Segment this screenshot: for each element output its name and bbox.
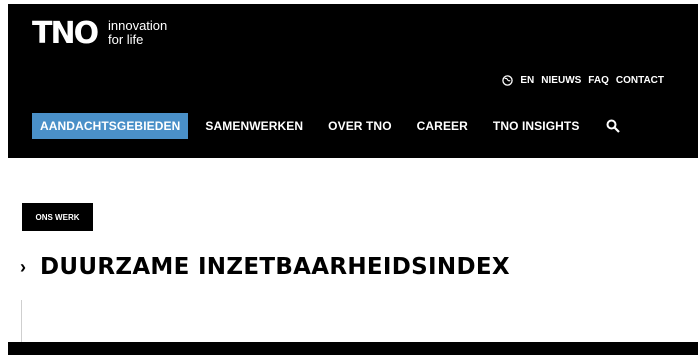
- nav-item-samenwerken[interactable]: SAMENWERKEN: [197, 113, 311, 139]
- utility-nav: EN NIEUWS FAQ CONTACT: [502, 75, 664, 86]
- chevron-right-icon: ›: [20, 256, 26, 277]
- section-tag[interactable]: ONS WERK: [22, 203, 93, 231]
- contact-link[interactable]: CONTACT: [616, 75, 664, 86]
- tagline-line1: innovation: [108, 18, 168, 33]
- search-icon[interactable]: [606, 119, 621, 133]
- site-header: TNO innovation for life EN NIEUWS FAQ CO…: [8, 4, 698, 158]
- faq-link[interactable]: FAQ: [588, 75, 609, 86]
- nav-item-tno-insights[interactable]: TNO INSIGHTS: [485, 113, 588, 139]
- nav-item-career[interactable]: CAREER: [409, 113, 476, 139]
- tagline-line2: for life: [108, 32, 144, 47]
- divider: [21, 300, 22, 342]
- page-title-row: › DUURZAME INZETBAARHEIDSINDEX: [20, 254, 510, 280]
- news-link[interactable]: NIEUWS: [541, 75, 581, 86]
- nav-item-aandachtsgebieden[interactable]: AANDACHTSGEBIEDEN: [32, 113, 189, 139]
- page-title: DUURZAME INZETBAARHEIDSINDEX: [40, 254, 510, 280]
- globe-icon[interactable]: [502, 75, 514, 86]
- logo-mark: TNO: [32, 16, 99, 51]
- main-nav: AANDACHTSGEBIEDEN SAMENWERKEN OVER TNO C…: [32, 113, 621, 139]
- footer-bar: [8, 342, 698, 355]
- logo-tagline: innovation for life: [108, 19, 188, 47]
- nav-item-over-tno[interactable]: OVER TNO: [320, 113, 399, 139]
- language-link[interactable]: EN: [520, 75, 534, 86]
